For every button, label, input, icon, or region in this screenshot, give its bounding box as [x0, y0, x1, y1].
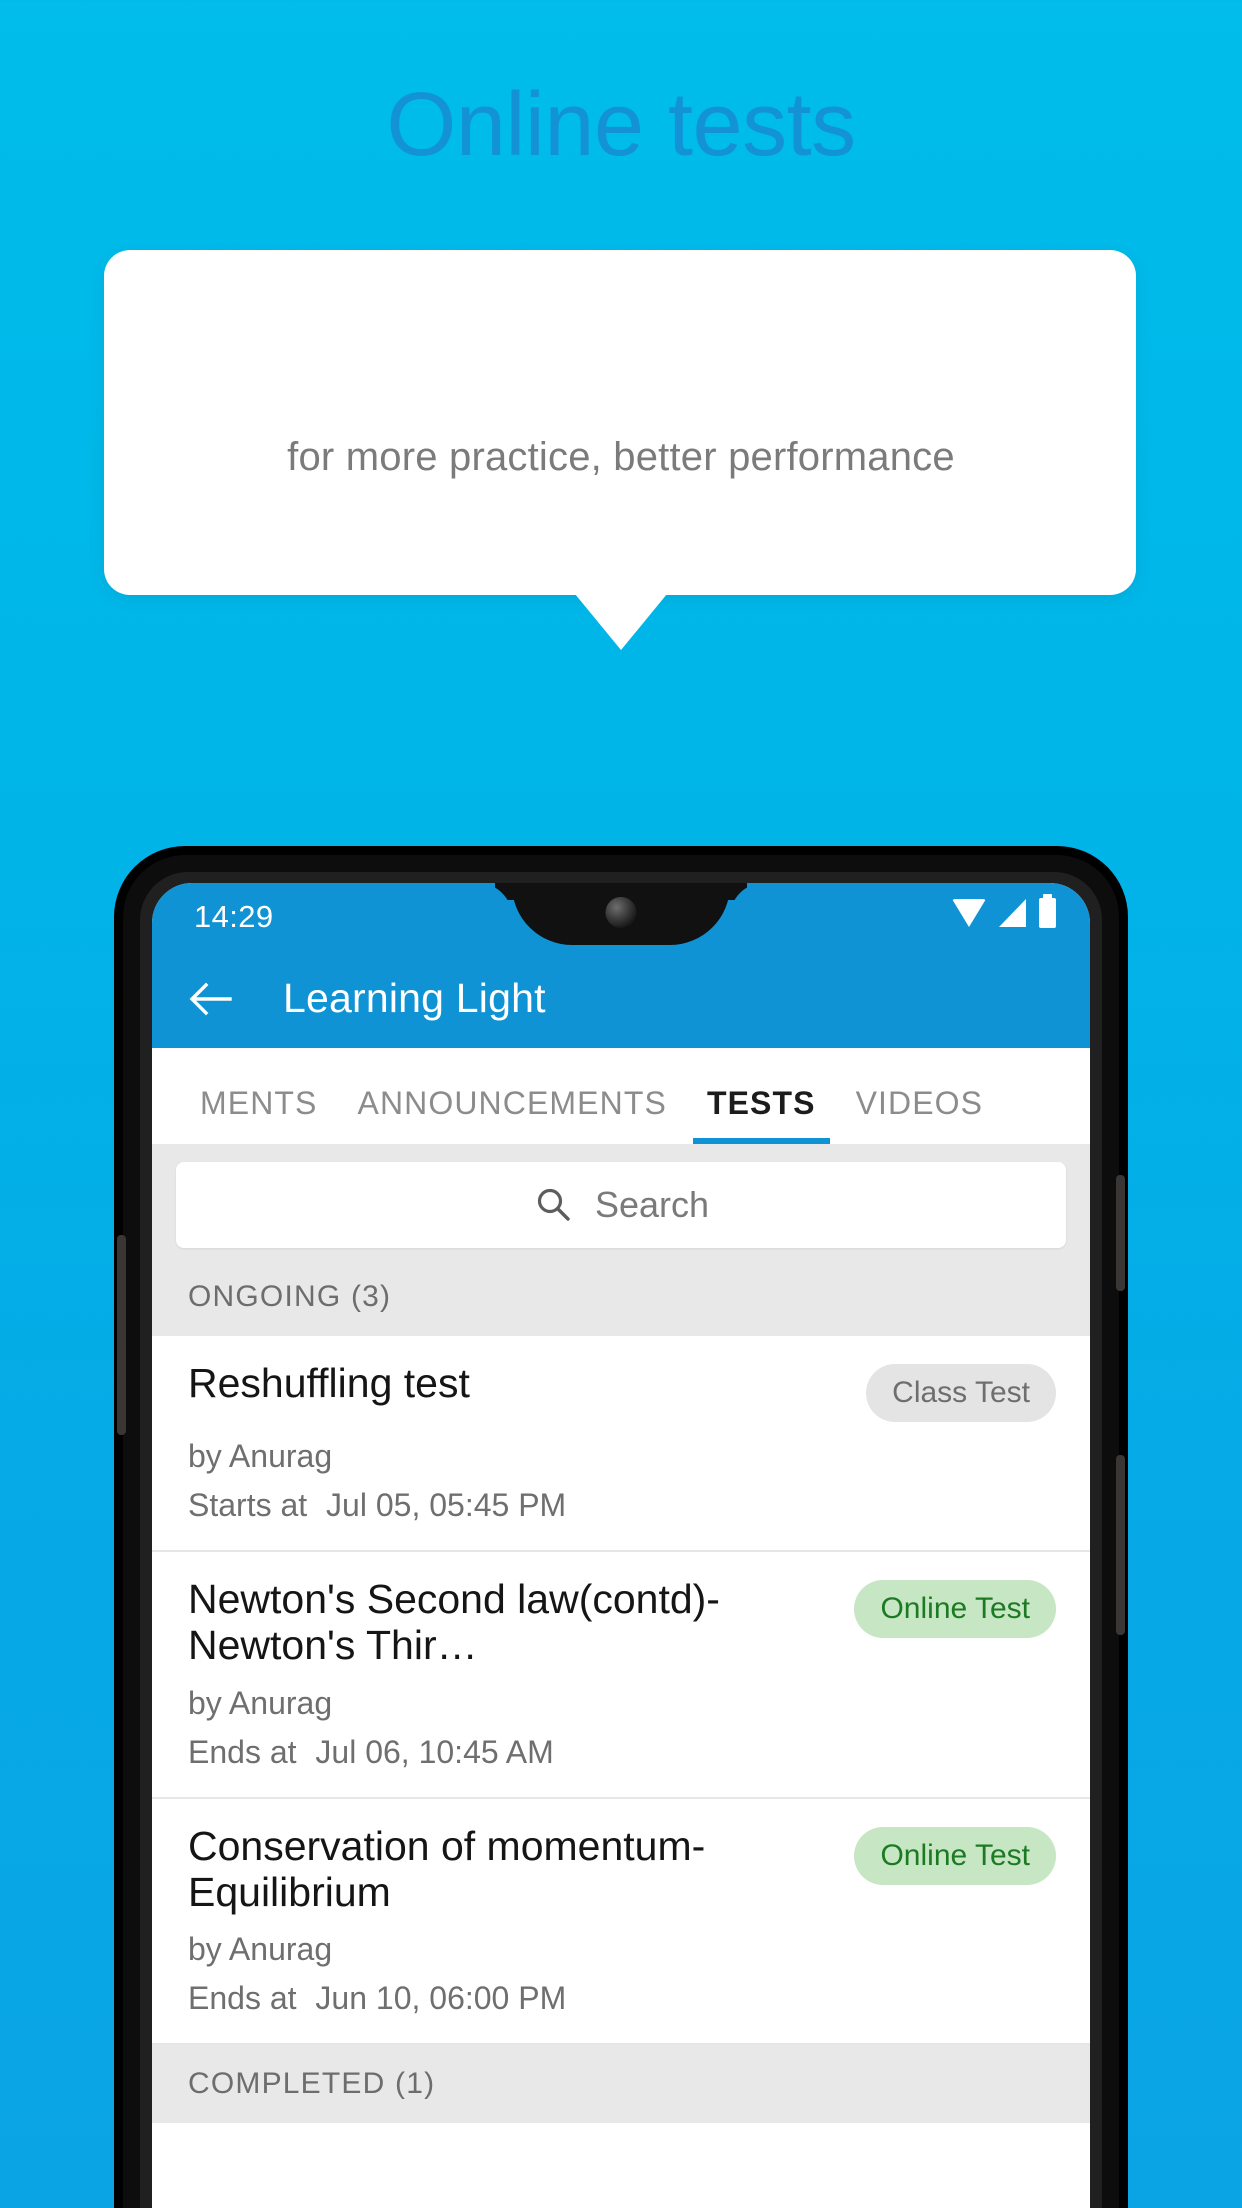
phone-power-button[interactable]	[1116, 1175, 1125, 1291]
test-time-value: Jul 05, 05:45 PM	[326, 1487, 567, 1523]
test-author: by Anurag	[188, 1931, 333, 1968]
search-input[interactable]: Search	[176, 1162, 1066, 1248]
test-time-label: Ends at	[188, 1733, 297, 1770]
test-list-item[interactable]: Newton's Second law(contd)-Newton's Thir…	[152, 1552, 1090, 1799]
promo-card	[104, 250, 1136, 595]
test-row-top: Reshuffling test Class Test	[188, 1360, 1056, 1422]
status-icons	[952, 894, 1056, 928]
test-time: Ends at Jun 10, 06:00 PM	[188, 1980, 1056, 2017]
status-time: 14:29	[194, 899, 274, 934]
phone-volume-button[interactable]	[1116, 1455, 1125, 1635]
test-row-top: Conservation of momentum-Equilibrium Onl…	[188, 1823, 1056, 1916]
test-list-item[interactable]: Reshuffling test Class Test by Anurag St…	[152, 1336, 1090, 1552]
search-placeholder: Search	[594, 1184, 710, 1225]
promo-bubble-tail	[575, 594, 667, 650]
test-title: Conservation of momentum-Equilibrium	[188, 1822, 706, 1915]
promo-subtitle: for more practice, better performance	[287, 435, 955, 479]
test-time-value: Jul 06, 10:45 AM	[315, 1733, 554, 1770]
test-author: by Anurag	[188, 1438, 333, 1474]
status-bar: 14:29	[152, 883, 1090, 949]
test-list-item[interactable]: Conservation of momentum-Equilibrium Onl…	[152, 1798, 1090, 2046]
test-author: by Anurag	[188, 1684, 333, 1721]
tab-bar: MENTS ANNOUNCEMENTS TESTS VIDEOS	[152, 1048, 1090, 1144]
tab-tests[interactable]: TESTS	[687, 1085, 836, 1144]
status-badge: Online Test	[854, 1580, 1056, 1638]
test-time-label: Ends at	[188, 1980, 297, 2017]
status-badge: Class Test	[866, 1364, 1056, 1422]
tab-announcements[interactable]: ANNOUNCEMENTS	[338, 1085, 687, 1144]
signal-icon	[999, 899, 1026, 927]
test-title: Reshuffling test	[188, 1360, 470, 1406]
status-badge: Online Test	[854, 1826, 1056, 1885]
test-time: Ends at Jul 06, 10:45 AM	[188, 1734, 1056, 1771]
app-title: Learning Light	[283, 975, 546, 1021]
test-row-top: Newton's Second law(contd)-Newton's Thir…	[188, 1576, 1056, 1669]
section-header-completed: COMPLETED (1)	[152, 2045, 1090, 2124]
battery-icon	[1039, 894, 1056, 928]
phone-screen: 14:29 Learning Light MENTS ANNOUNCEMENTS…	[152, 883, 1090, 2208]
test-time-value: Jun 10, 06:00 PM	[315, 1980, 567, 2017]
test-title: Newton's Second law(contd)-Newton's Thir…	[188, 1576, 720, 1669]
promo-title: Online tests	[386, 75, 856, 175]
search-area: Search	[152, 1144, 1090, 1270]
phone-side-button-left[interactable]	[117, 1235, 126, 1435]
test-time: Starts at Jul 05, 05:45 PM	[188, 1487, 1056, 1524]
back-arrow-icon[interactable]	[186, 975, 234, 1023]
test-time-label: Starts at	[188, 1487, 308, 1523]
wifi-icon	[952, 899, 986, 927]
search-icon	[537, 1188, 570, 1221]
tab-assignments[interactable]: MENTS	[180, 1085, 338, 1144]
section-header-ongoing: ONGOING (3)	[152, 1270, 1090, 1336]
app-bar: Learning Light	[152, 949, 1090, 1048]
phone-mockup: 14:29 Learning Light MENTS ANNOUNCEMENTS…	[117, 855, 1125, 2208]
tab-videos[interactable]: VIDEOS	[836, 1085, 1004, 1144]
front-camera-icon	[605, 897, 637, 928]
